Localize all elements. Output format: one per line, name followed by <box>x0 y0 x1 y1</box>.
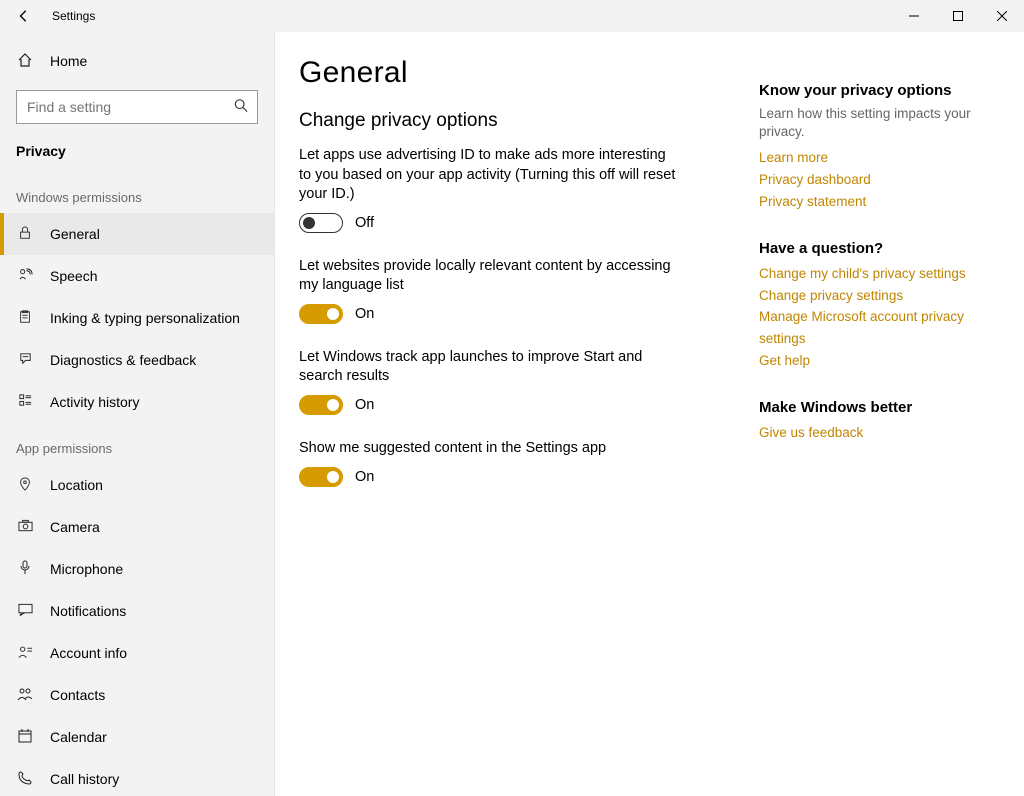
maximize-icon <box>953 11 963 21</box>
sidebar-item-call-history[interactable]: Call history <box>0 758 274 796</box>
help-heading-know: Know your privacy options <box>759 82 975 99</box>
sidebar: Home Privacy Windows permissions <box>0 32 275 796</box>
sidebar-item-diagnostics[interactable]: Diagnostics & feedback <box>0 339 274 381</box>
setting-language-list: Let websites provide locally relevant co… <box>299 257 759 324</box>
sidebar-item-account-info[interactable]: Account info <box>0 632 274 674</box>
history-icon <box>16 393 34 411</box>
speech-icon <box>16 267 34 285</box>
setting-description: Let websites provide locally relevant co… <box>299 257 679 296</box>
sidebar-item-label: Home <box>50 53 87 69</box>
page-title: General <box>299 56 759 90</box>
minimize-button[interactable] <box>892 0 936 32</box>
link-learn-more[interactable]: Learn more <box>759 147 975 169</box>
sidebar-item-label: Diagnostics & feedback <box>50 352 196 368</box>
sidebar-item-speech[interactable]: Speech <box>0 255 274 297</box>
sidebar-item-contacts[interactable]: Contacts <box>0 674 274 716</box>
toggle-advertising-id[interactable] <box>299 213 343 233</box>
sidebar-item-inking[interactable]: Inking & typing personalization <box>0 297 274 339</box>
home-icon <box>16 52 34 71</box>
sidebar-item-label: Calendar <box>50 729 107 745</box>
sidebar-item-general[interactable]: General <box>0 213 274 255</box>
contacts-icon <box>16 687 34 704</box>
clipboard-icon <box>16 310 34 327</box>
toggle-state-label: On <box>355 469 374 485</box>
setting-track-launches: Let Windows track app launches to improv… <box>299 348 759 415</box>
sidebar-item-label: Inking & typing personalization <box>50 310 240 326</box>
camera-icon <box>16 519 34 536</box>
location-icon <box>16 477 34 494</box>
back-button[interactable] <box>8 0 40 32</box>
minimize-icon <box>909 11 919 21</box>
toggle-state-label: Off <box>355 215 374 231</box>
search-input[interactable] <box>16 90 258 124</box>
setting-advertising-id: Let apps use advertising ID to make ads … <box>299 146 759 233</box>
sidebar-item-label: Camera <box>50 519 100 535</box>
toggle-suggested-content[interactable] <box>299 467 343 487</box>
help-heading-better: Make Windows better <box>759 399 975 416</box>
call-history-icon <box>16 771 34 788</box>
setting-description: Show me suggested content in the Setting… <box>299 439 679 459</box>
close-icon <box>997 11 1007 21</box>
calendar-icon <box>16 729 34 746</box>
sidebar-item-label: Notifications <box>50 603 126 619</box>
sidebar-item-label: Location <box>50 477 103 493</box>
arrow-left-icon <box>17 9 31 23</box>
sidebar-category-label: Privacy <box>16 143 66 159</box>
feedback-icon <box>16 351 34 369</box>
sidebar-item-activity-history[interactable]: Activity history <box>0 381 274 423</box>
sidebar-item-microphone[interactable]: Microphone <box>0 548 274 590</box>
sidebar-item-notifications[interactable]: Notifications <box>0 590 274 632</box>
notifications-icon <box>16 603 34 620</box>
maximize-button[interactable] <box>936 0 980 32</box>
help-text: Learn how this setting impacts your priv… <box>759 105 975 141</box>
link-give-feedback[interactable]: Give us feedback <box>759 422 975 444</box>
sidebar-item-label: Activity history <box>50 394 139 410</box>
sidebar-item-label: Microphone <box>50 561 123 577</box>
toggle-language-list[interactable] <box>299 304 343 324</box>
sidebar-item-label: Account info <box>50 645 127 661</box>
sidebar-item-calendar[interactable]: Calendar <box>0 716 274 758</box>
sidebar-item-label: General <box>50 226 100 242</box>
close-button[interactable] <box>980 0 1024 32</box>
main-content: General Change privacy options Let apps … <box>275 32 1024 796</box>
section-heading: Change privacy options <box>299 110 759 132</box>
sidebar-category: Privacy <box>0 130 274 172</box>
link-get-help[interactable]: Get help <box>759 350 975 372</box>
microphone-icon <box>16 560 34 578</box>
toggle-state-label: On <box>355 306 374 322</box>
window-title: Settings <box>52 9 95 23</box>
link-change-privacy[interactable]: Change privacy settings <box>759 285 975 307</box>
link-child-privacy[interactable]: Change my child's privacy settings <box>759 263 975 285</box>
link-privacy-statement[interactable]: Privacy statement <box>759 191 975 213</box>
titlebar: Settings <box>0 0 1024 32</box>
toggle-track-launches[interactable] <box>299 395 343 415</box>
sidebar-section-windows-permissions: Windows permissions <box>0 172 274 213</box>
sidebar-item-label: Contacts <box>50 687 105 703</box>
setting-description: Let Windows track app launches to improv… <box>299 348 679 387</box>
toggle-state-label: On <box>355 397 374 413</box>
sidebar-item-label: Speech <box>50 268 97 284</box>
setting-description: Let apps use advertising ID to make ads … <box>299 146 679 205</box>
account-info-icon <box>16 645 34 662</box>
sidebar-section-app-permissions: App permissions <box>0 423 274 464</box>
sidebar-item-label: Call history <box>50 771 119 787</box>
search-box[interactable] <box>16 90 258 124</box>
help-pane: Know your privacy options Learn how this… <box>759 56 999 796</box>
setting-suggested-content: Show me suggested content in the Setting… <box>299 439 759 487</box>
lock-icon <box>16 226 34 243</box>
link-privacy-dashboard[interactable]: Privacy dashboard <box>759 169 975 191</box>
link-manage-account[interactable]: Manage Microsoft account privacy setting… <box>759 306 975 349</box>
sidebar-item-home[interactable]: Home <box>0 40 274 82</box>
sidebar-item-camera[interactable]: Camera <box>0 506 274 548</box>
sidebar-item-location[interactable]: Location <box>0 464 274 506</box>
help-heading-question: Have a question? <box>759 240 975 257</box>
